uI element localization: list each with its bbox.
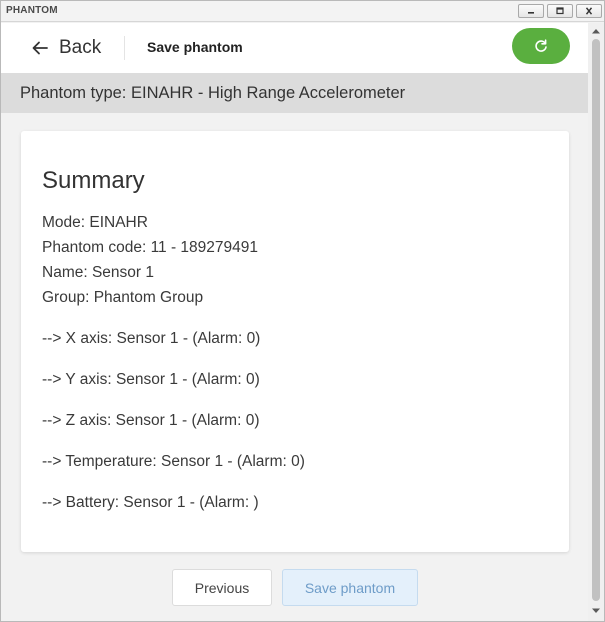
phantom-code-line: Phantom code: 11 - 189279491 xyxy=(42,239,259,256)
title-bar: PHANTOM xyxy=(1,1,604,22)
back-button[interactable]: Back xyxy=(31,35,101,61)
minimize-icon xyxy=(528,12,534,14)
maximize-button[interactable] xyxy=(547,4,573,18)
arrow-left-icon xyxy=(32,41,48,55)
refresh-button[interactable] xyxy=(512,28,570,64)
phantom-type-bar: Phantom type: EINAHR - High Range Accele… xyxy=(1,73,588,113)
scroll-down-arrow-icon[interactable] xyxy=(591,606,601,616)
z-axis-line: --> Z axis: Sensor 1 - (Alarm: 0) xyxy=(42,412,260,429)
summary-card: Summary Mode: EINAHR Phantom code: 11 - … xyxy=(21,131,569,552)
group-line: Group: Phantom Group xyxy=(42,289,204,306)
maximize-icon xyxy=(556,7,564,15)
y-axis-line: --> Y axis: Sensor 1 - (Alarm: 0) xyxy=(42,371,260,388)
window-title: PHANTOM xyxy=(6,5,58,16)
header-divider xyxy=(124,36,125,60)
app-header: Back Save phantom xyxy=(1,23,588,73)
content-area: Back Save phantom Phantom type: EINAHR -… xyxy=(1,23,588,621)
battery-line: --> Battery: Sensor 1 - (Alarm: ) xyxy=(42,494,259,511)
mode-line: Mode: EINAHR xyxy=(42,214,148,231)
summary-title: Summary xyxy=(42,167,145,194)
previous-button[interactable]: Previous xyxy=(172,569,272,606)
page-title: Save phantom xyxy=(147,39,243,55)
name-line: Name: Sensor 1 xyxy=(42,264,154,281)
scrollbar-thumb[interactable] xyxy=(592,39,600,601)
refresh-icon xyxy=(535,39,547,52)
save-phantom-button[interactable]: Save phantom xyxy=(282,569,418,606)
minimize-button[interactable] xyxy=(518,4,544,18)
phantom-type-label: Phantom type: EINAHR - High Range Accele… xyxy=(20,84,406,102)
close-icon xyxy=(585,7,593,15)
back-label: Back xyxy=(59,37,102,58)
temperature-line: --> Temperature: Sensor 1 - (Alarm: 0) xyxy=(42,453,305,470)
scroll-up-arrow-icon[interactable] xyxy=(591,26,601,36)
x-axis-line: --> X axis: Sensor 1 - (Alarm: 0) xyxy=(42,330,261,347)
close-button[interactable] xyxy=(576,4,602,18)
vertical-scrollbar[interactable] xyxy=(588,23,604,621)
app-window: PHANTOM Back Save phantom Phantom type: … xyxy=(0,0,605,622)
